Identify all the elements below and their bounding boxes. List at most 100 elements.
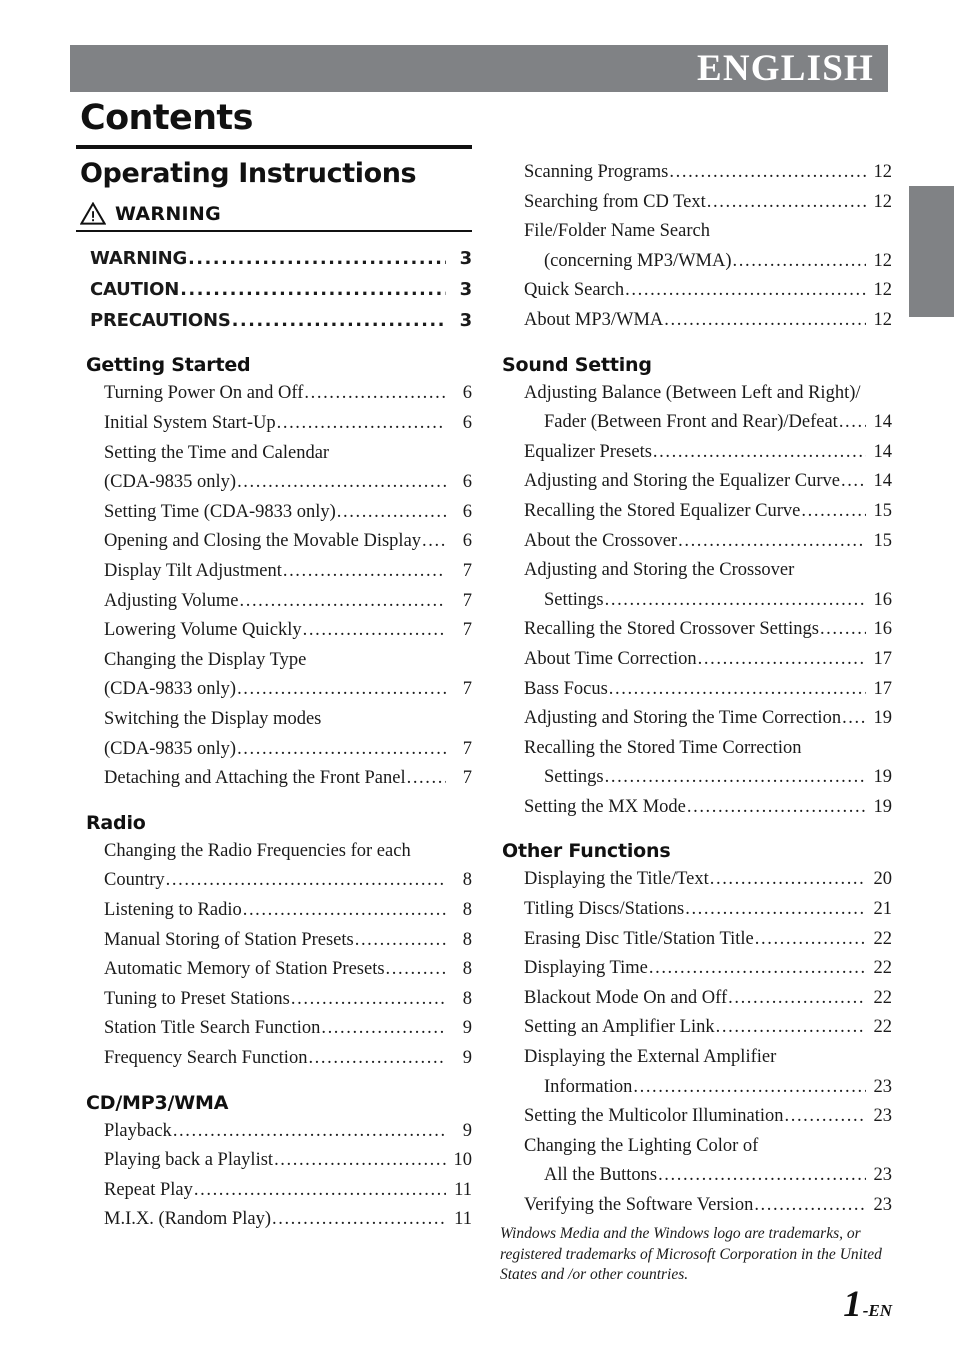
toc-dot-leader: ........................................… — [304, 383, 446, 404]
toc-entry[interactable]: Scanning Programs.......................… — [500, 158, 892, 188]
toc-dot-leader: ........................................… — [669, 162, 866, 182]
toc-entry[interactable]: Setting an Amplifier Link...............… — [500, 1013, 892, 1043]
toc-entry[interactable]: Lowering Volume Quickly.................… — [76, 616, 472, 646]
toc-entry-label: Adjusting and Storing the Time Correctio… — [524, 708, 842, 729]
toc-dot-leader: ........................................… — [193, 1179, 446, 1200]
toc-entry[interactable]: Manual Storing of Station Presets.......… — [76, 926, 472, 956]
toc-entry[interactable]: Searching from CD Text..................… — [500, 188, 892, 218]
toc-entry[interactable]: Playback................................… — [76, 1117, 472, 1147]
toc-entry[interactable]: File/Folder Name Search.................… — [500, 217, 892, 247]
toc-entry[interactable]: Erasing Disc Title/Station Title........… — [500, 925, 892, 955]
toc-entry[interactable]: Settings................................… — [500, 586, 892, 616]
toc-entry[interactable]: WARNING.................................… — [76, 243, 472, 274]
toc-entry[interactable]: Blackout Mode On and Off................… — [500, 984, 892, 1014]
toc-entry[interactable]: Playing back a Playlist.................… — [76, 1146, 472, 1176]
toc-entry[interactable]: About Time Correction...................… — [500, 645, 892, 675]
toc-entry[interactable]: Bass Focus..............................… — [500, 675, 892, 705]
toc-entry[interactable]: Adjusting and Storing the Crossover.....… — [500, 556, 892, 586]
toc-entry-label: Displaying Time — [524, 958, 648, 979]
toc-page-number: 8 — [462, 870, 472, 891]
toc-entry-label: Displaying the Title/Text — [524, 869, 709, 890]
toc-section-heading: Getting Started — [86, 354, 251, 377]
toc-entry[interactable]: About the Crossover.....................… — [500, 527, 892, 557]
toc-entry[interactable]: About MP3/WMA...........................… — [500, 306, 892, 336]
toc-page-number: 12 — [873, 191, 893, 212]
toc-entry[interactable]: (concerning MP3/WMA)....................… — [500, 247, 892, 277]
toc-page-number: 7 — [462, 590, 472, 611]
toc-page-number: 22 — [873, 987, 893, 1008]
toc-entry[interactable]: Tuning to Preset Stations...............… — [76, 985, 472, 1015]
toc-entry[interactable]: All the Buttons.........................… — [500, 1161, 892, 1191]
toc-entry-label: Information — [544, 1076, 633, 1097]
toc-dot-leader: ........................................… — [728, 987, 866, 1008]
toc-entry[interactable]: Recalling the Stored Time Correction....… — [500, 734, 892, 764]
toc-dot-leader: ........................................… — [842, 708, 866, 729]
toc-dot-leader: ........................................… — [715, 1017, 866, 1038]
toc-entry[interactable]: Frequency Search Function...............… — [76, 1044, 472, 1074]
toc-page-number: 22 — [873, 1017, 893, 1038]
toc-entry[interactable]: Adjusting Volume........................… — [76, 587, 472, 617]
language-banner: ENGLISH — [70, 45, 888, 92]
toc-entry[interactable]: Displaying the External Amplifier.......… — [500, 1043, 892, 1073]
toc-page-number: 6 — [462, 501, 472, 522]
toc-entry[interactable]: Setting the Time and Calendar...........… — [76, 439, 472, 469]
toc-entry[interactable]: Adjusting and Storing the Time Correctio… — [500, 704, 892, 734]
toc-dot-leader: ........................................… — [633, 1076, 866, 1097]
toc-entry[interactable]: Automatic Memory of Station Presets.....… — [76, 955, 472, 985]
toc-entry[interactable]: Displaying Time.........................… — [500, 954, 892, 984]
toc-entry[interactable]: Turning Power On and Off................… — [76, 379, 472, 409]
toc-entry[interactable]: CAUTION.................................… — [76, 274, 472, 305]
toc-entry[interactable]: Fader (Between Front and Rear)/Defeat...… — [500, 408, 892, 438]
toc-entry[interactable]: Switching the Display modes.............… — [76, 705, 472, 735]
toc-entry[interactable]: Setting the MX Mode.....................… — [500, 793, 892, 823]
toc-entry-label: Playing back a Playlist — [104, 1150, 274, 1171]
toc-entry[interactable]: Recalling the Stored Crossover Settings.… — [500, 615, 892, 645]
toc-entry[interactable]: Setting Time (CDA-9833 only)............… — [76, 498, 472, 528]
toc-entry-label: File/Folder Name Search — [524, 221, 710, 242]
toc-entry-label: About MP3/WMA — [524, 309, 664, 330]
toc-entry[interactable]: Displaying the Title/Text...............… — [500, 865, 892, 895]
toc-entry-label: Changing the Display Type — [104, 649, 307, 670]
toc-entry[interactable]: (CDA-9835 only).........................… — [76, 468, 472, 498]
toc-dot-leader: ........................................… — [706, 191, 866, 212]
document-page: ENGLISH Contents Operating Instructions … — [0, 0, 954, 1346]
toc-entry[interactable]: M.I.X. (Random Play)....................… — [76, 1205, 472, 1235]
toc-entry[interactable]: Detaching and Attaching the Front Panel.… — [76, 764, 472, 794]
toc-entry[interactable]: Equalizer Presets.......................… — [500, 438, 892, 468]
toc-entry[interactable]: Display Tilt Adjustment.................… — [76, 557, 472, 587]
toc-entry[interactable]: Initial System Start-Up.................… — [76, 409, 472, 439]
toc-entry[interactable]: Quick Search............................… — [500, 276, 892, 306]
toc-entry[interactable]: Opening and Closing the Movable Display.… — [76, 527, 472, 557]
toc-page-number: 14 — [873, 441, 893, 462]
toc-entry-label: Tuning to Preset Stations — [104, 988, 290, 1009]
toc-dot-leader: ........................................… — [385, 959, 446, 980]
toc-page-number: 14 — [873, 412, 893, 433]
toc-page-number: 8 — [462, 929, 472, 950]
toc-entry[interactable]: Changing the Display Type...............… — [76, 646, 472, 676]
toc-entry[interactable]: Country.................................… — [76, 866, 472, 896]
toc-entry[interactable]: (CDA-9833 only).........................… — [76, 675, 472, 705]
toc-entry[interactable]: Information.............................… — [500, 1073, 892, 1103]
toc-entry[interactable]: Changing the Radio Frequencies for each.… — [76, 837, 472, 867]
toc-entry[interactable]: Repeat Play.............................… — [76, 1176, 472, 1206]
toc-dot-leader: ........................................… — [652, 441, 866, 462]
toc-entry[interactable]: (CDA-9835 only).........................… — [76, 735, 472, 765]
toc-dot-leader: ........................................… — [165, 870, 446, 891]
toc-entry[interactable]: Listening to Radio......................… — [76, 896, 472, 926]
continued-toc-list: Scanning Programs.......................… — [500, 158, 892, 336]
toc-entry[interactable]: Adjusting Balance (Between Left and Righ… — [500, 379, 892, 409]
toc-entry[interactable]: Titling Discs/Stations..................… — [500, 895, 892, 925]
toc-dot-leader: ........................................… — [664, 309, 866, 330]
toc-entry[interactable]: Setting the Multicolor Illumination.....… — [500, 1102, 892, 1132]
toc-entry-label: Lowering Volume Quickly — [104, 620, 302, 641]
toc-entry[interactable]: Adjusting and Storing the Equalizer Curv… — [500, 467, 892, 497]
toc-entry[interactable]: Settings................................… — [500, 763, 892, 793]
toc-page-number: 22 — [873, 958, 893, 979]
toc-entry[interactable]: Changing the Lighting Color of..........… — [500, 1132, 892, 1162]
toc-entry[interactable]: Verifying the Software Version..........… — [500, 1191, 892, 1221]
toc-entry[interactable]: Recalling the Stored Equalizer Curve....… — [500, 497, 892, 527]
toc-page-number: 12 — [873, 309, 893, 330]
toc-entry-label: Opening and Closing the Movable Display — [104, 531, 422, 552]
toc-entry[interactable]: Station Title Search Function...........… — [76, 1014, 472, 1044]
toc-entry[interactable]: PRECAUTIONS.............................… — [76, 305, 472, 336]
